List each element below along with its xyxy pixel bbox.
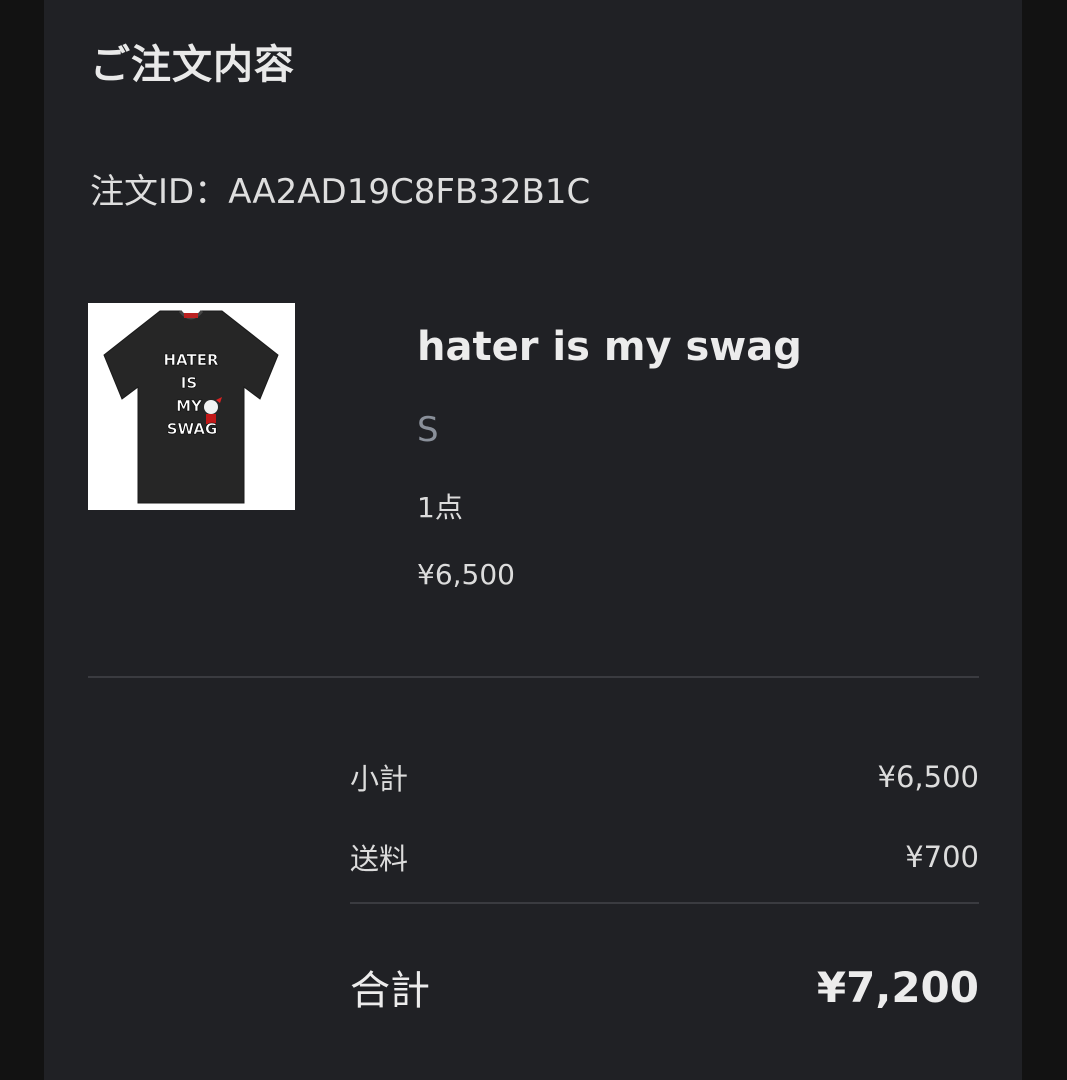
shirt-text-line-2: IS bbox=[181, 374, 197, 392]
product-price: ¥6,500 bbox=[417, 558, 515, 591]
subtotal-label: 小計 bbox=[350, 762, 409, 796]
tshirt-image: HATER IS MY SWAG bbox=[88, 303, 295, 510]
section-divider bbox=[88, 676, 979, 678]
total-label: 合計 bbox=[350, 968, 430, 1014]
product-thumbnail[interactable]: HATER IS MY SWAG bbox=[88, 303, 295, 510]
page-title: ご注文内容 bbox=[90, 42, 295, 88]
product-variant: S bbox=[417, 410, 439, 450]
shipping-row: 送料 ¥700 bbox=[350, 836, 979, 878]
subtotal-value: ¥6,500 bbox=[877, 760, 979, 794]
total-row: 合計 ¥7,200 bbox=[350, 958, 979, 1016]
shirt-text-line-1: HATER bbox=[163, 351, 218, 369]
shirt-text-line-4: SWAG bbox=[167, 420, 218, 438]
product-quantity: 1点 bbox=[417, 491, 463, 524]
product-name[interactable]: hater is my swag bbox=[417, 324, 802, 370]
summary-divider bbox=[350, 902, 979, 904]
shipping-label: 送料 bbox=[350, 842, 409, 876]
order-id: 注文ID：AA2AD19C8FB32B1C bbox=[90, 172, 591, 212]
order-summary-panel: ご注文内容 注文ID：AA2AD19C8FB32B1C HATER IS MY … bbox=[44, 0, 1022, 1080]
total-value: ¥7,200 bbox=[816, 962, 979, 1012]
subtotal-row: 小計 ¥6,500 bbox=[350, 756, 979, 798]
shirt-text-line-3: MY bbox=[176, 397, 203, 415]
shipping-value: ¥700 bbox=[905, 840, 979, 874]
